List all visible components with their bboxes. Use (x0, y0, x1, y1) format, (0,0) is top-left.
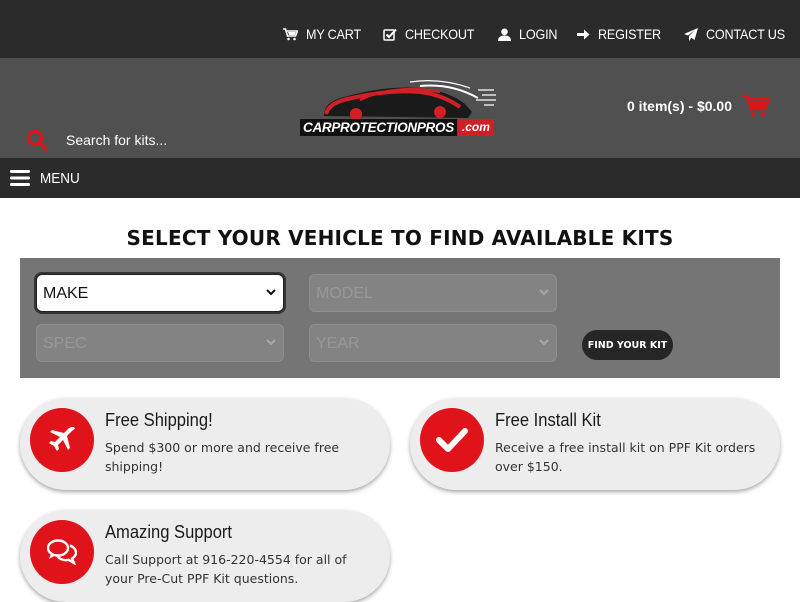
feature-card-install-kit: Free Install Kit Receive a free install … (410, 398, 780, 490)
vehicle-finder: MAKE MODEL SPEC YEAR FIND YOUR KIT (20, 258, 780, 378)
checkout-label: CHECKOUT (404, 26, 475, 42)
feature-icon-circle (30, 408, 94, 472)
site-logo[interactable]: CARPROTECTIONPROS .com (300, 78, 500, 138)
feature-card-support: Amazing Support Call Support at 916-220-… (20, 510, 390, 602)
top-nav: MY CART CHECKOUT LOGIN REGISTER CONTACT … (267, 26, 794, 42)
feature-title: Free Shipping! (105, 410, 213, 430)
login-link[interactable]: LOGIN (497, 26, 562, 42)
logo-suffix: .com (457, 118, 494, 136)
checkmark-icon (436, 428, 468, 452)
car-logo-icon (324, 80, 496, 120)
feature-title: Amazing Support (105, 522, 233, 542)
feature-icon-circle (30, 520, 94, 584)
feature-description: Receive a free install kit on PPF Kit or… (495, 440, 756, 474)
menu-label: MENU (40, 169, 80, 187)
search-icon[interactable] (26, 129, 48, 151)
feature-icon-circle (420, 408, 484, 472)
cart-icon (282, 27, 298, 40)
checkout-link[interactable]: CHECKOUT (383, 26, 482, 42)
feature-card-shipping: Free Shipping! Spend $300 or more and re… (20, 398, 390, 490)
user-icon (497, 28, 511, 41)
make-select-wrap: MAKE (36, 274, 284, 312)
cart-summary[interactable]: 0 item(s) - $0.00 (627, 94, 770, 118)
model-select[interactable]: MODEL (309, 274, 557, 312)
logo-text: CARPROTECTIONPROS (300, 118, 457, 136)
contact-us-label: CONTACT US (706, 26, 786, 42)
site-header: CARPROTECTIONPROS .com 0 item(s) - $0.00 (0, 58, 800, 158)
page-title: SELECT YOUR VEHICLE TO FIND AVAILABLE KI… (126, 226, 674, 250)
spec-select[interactable]: SPEC (36, 324, 284, 362)
feature-description: Call Support at 916-220-4554 for all of … (105, 552, 347, 586)
make-select[interactable]: MAKE (36, 274, 284, 312)
my-cart-label: MY CART (305, 26, 361, 42)
hamburger-icon (10, 170, 30, 186)
find-your-kit-button[interactable]: FIND YOUR KIT (582, 330, 673, 360)
search-bar (26, 128, 266, 152)
menu-toggle[interactable]: MENU (0, 158, 800, 198)
arrow-right-icon (577, 29, 590, 39)
cart-summary-text: 0 item(s) - $0.00 (626, 98, 732, 114)
model-select-wrap: MODEL (309, 274, 557, 312)
checkbox-icon (383, 28, 397, 41)
feature-title: Free Install Kit (495, 410, 601, 430)
paper-plane-icon (684, 27, 699, 41)
top-bar: MY CART CHECKOUT LOGIN REGISTER CONTACT … (0, 0, 800, 58)
spec-select-wrap: SPEC (36, 324, 284, 362)
login-label: LOGIN (518, 26, 558, 42)
airplane-icon (49, 426, 75, 451)
my-cart-link[interactable]: MY CART (282, 26, 367, 42)
year-select-wrap: YEAR (309, 324, 557, 362)
logo-wordmark: CARPROTECTIONPROS .com (300, 118, 494, 136)
feature-description: Spend $300 or more and receive free ship… (105, 440, 340, 474)
contact-us-link[interactable]: CONTACT US (684, 26, 794, 42)
year-select[interactable]: YEAR (309, 324, 557, 362)
chat-bubbles-icon (47, 539, 77, 565)
cart-icon (742, 94, 770, 117)
register-link[interactable]: REGISTER (577, 26, 668, 42)
search-input[interactable] (66, 128, 266, 152)
register-label: REGISTER (598, 26, 662, 42)
